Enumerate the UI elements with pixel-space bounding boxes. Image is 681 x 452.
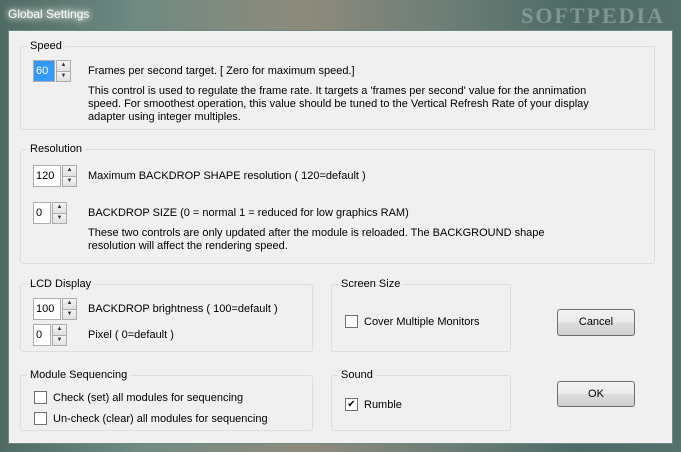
fps-label: Frames per second target. [ Zero for max… (88, 65, 355, 77)
shape-resolution-spinner[interactable]: 120 ▲ ▼ (33, 165, 77, 187)
spin-up-icon[interactable]: ▲ (62, 298, 77, 310)
title-bar[interactable]: Global Settings SOFTPEDIA (0, 0, 681, 30)
uncheck-all-modules-checkbox[interactable]: Un-check (clear) all modules for sequenc… (34, 412, 268, 425)
window-title: Global Settings (8, 7, 90, 21)
cover-monitors-checkbox[interactable]: Cover Multiple Monitors (345, 315, 480, 328)
fps-input[interactable]: 60 (33, 60, 55, 82)
brightness-input[interactable]: 100 (33, 298, 61, 320)
check-all-modules-checkbox[interactable]: Check (set) all modules for sequencing (34, 391, 243, 404)
check-all-label: Check (set) all modules for sequencing (53, 391, 244, 404)
spin-up-icon[interactable]: ▲ (62, 165, 77, 177)
checkbox-box[interactable] (34, 391, 47, 404)
resolution-group: Resolution 120 ▲ ▼ Maximum BACKDROP SHAP… (20, 142, 655, 264)
brightness-spinner[interactable]: 100 ▲ ▼ (33, 298, 77, 320)
sound-legend: Sound (338, 368, 376, 382)
brightness-spin-arrows[interactable]: ▲ ▼ (62, 298, 77, 320)
sound-group: Sound ✔ Rumble (331, 368, 511, 431)
spin-up-icon[interactable]: ▲ (52, 324, 67, 336)
backdrop-size-spinner[interactable]: 0 ▲ ▼ (33, 202, 67, 224)
dialog-client-area: Speed 60 ▲ ▼ Frames per second target. [… (8, 30, 673, 444)
uncheck-all-label: Un-check (clear) all modules for sequenc… (53, 412, 268, 425)
spin-down-icon[interactable]: ▼ (56, 71, 71, 82)
shape-resolution-input[interactable]: 120 (33, 165, 61, 187)
resolution-description: These two controls are only updated afte… (88, 227, 545, 252)
spin-down-icon[interactable]: ▼ (62, 309, 77, 320)
lcd-legend: LCD Display (27, 277, 95, 291)
backdrop-size-label: BACKDROP SIZE (0 = normal 1 = reduced fo… (88, 207, 409, 219)
rumble-checkbox[interactable]: ✔ Rumble (345, 398, 402, 411)
shape-resolution-label: Maximum BACKDROP SHAPE resolution ( 120=… (88, 170, 366, 182)
watermark-logo: SOFTPEDIA (521, 3, 665, 28)
shape-spin-arrows[interactable]: ▲ ▼ (62, 165, 77, 187)
global-settings-window: Global Settings SOFTPEDIA Speed 60 ▲ ▼ F… (0, 0, 681, 452)
spin-down-icon[interactable]: ▼ (52, 213, 67, 224)
module-sequencing-group: Module Sequencing Check (set) all module… (20, 368, 313, 431)
backdrop-size-input[interactable]: 0 (33, 202, 51, 224)
size-spin-arrows[interactable]: ▲ ▼ (52, 202, 67, 224)
screen-size-legend: Screen Size (338, 277, 404, 291)
speed-group: Speed 60 ▲ ▼ Frames per second target. [… (20, 39, 655, 130)
pixel-input[interactable]: 0 (33, 324, 51, 346)
checkbox-box[interactable] (34, 412, 47, 425)
pixel-spinner[interactable]: 0 ▲ ▼ (33, 324, 67, 346)
spin-down-icon[interactable]: ▼ (52, 335, 67, 346)
spin-up-icon[interactable]: ▲ (52, 202, 67, 214)
speed-description: This control is used to regulate the fra… (88, 85, 589, 123)
spin-up-icon[interactable]: ▲ (56, 60, 71, 72)
resolution-legend: Resolution (27, 142, 85, 156)
checkbox-box[interactable] (345, 315, 358, 328)
brightness-label: BACKDROP brightness ( 100=default ) (88, 303, 278, 315)
fps-spinner[interactable]: 60 ▲ ▼ (33, 60, 71, 82)
spin-down-icon[interactable]: ▼ (62, 176, 77, 187)
lcd-display-group: LCD Display 100 ▲ ▼ BACKDROP brightness … (20, 277, 313, 352)
ok-button[interactable]: OK (557, 381, 635, 407)
fps-spin-arrows[interactable]: ▲ ▼ (56, 60, 71, 82)
sequencing-legend: Module Sequencing (27, 368, 131, 382)
pixel-spin-arrows[interactable]: ▲ ▼ (52, 324, 67, 346)
cancel-button[interactable]: Cancel (557, 309, 635, 336)
rumble-label: Rumble (364, 398, 402, 411)
pixel-label: Pixel ( 0=default ) (88, 329, 174, 341)
speed-legend: Speed (27, 39, 65, 53)
checkmark-icon[interactable]: ✔ (345, 398, 358, 411)
screen-size-group: Screen Size Cover Multiple Monitors (331, 277, 511, 352)
cover-monitors-label: Cover Multiple Monitors (364, 315, 480, 328)
